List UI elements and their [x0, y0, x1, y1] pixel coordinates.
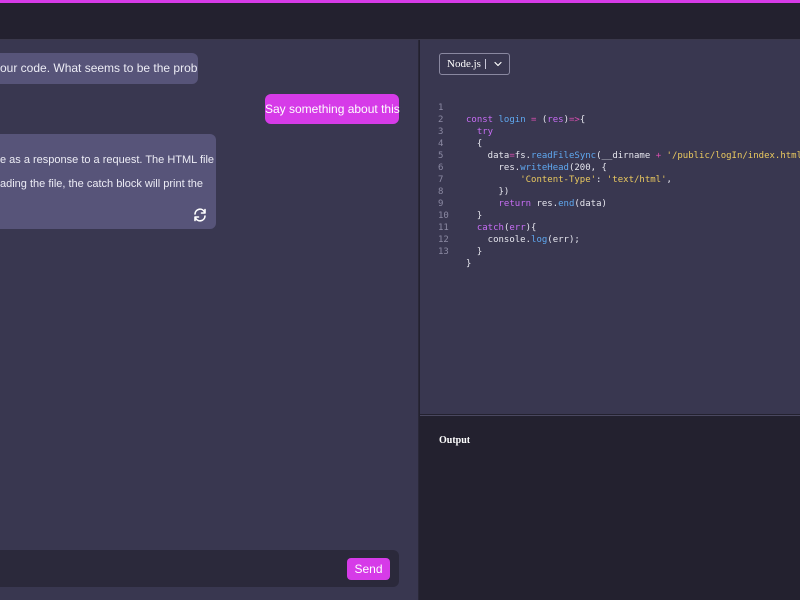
code-line: 13 }: [420, 234, 471, 269]
language-select-divider: [485, 59, 486, 69]
code-text: data=fs.readFileSync(__dirname + '/publi…: [466, 151, 800, 161]
assistant-message-line: ading the file, the catch block will pri…: [0, 178, 204, 190]
code-line: 10 catch(err){: [420, 198, 536, 233]
output-panel: Output: [420, 415, 800, 600]
code-line: 3 {: [420, 114, 482, 149]
language-select-value: Node.js: [447, 58, 481, 70]
code-line: 11 console.log(err);: [420, 210, 580, 245]
assistant-message-text: our code. What seems to be the problem?: [0, 61, 198, 75]
send-button[interactable]: Send: [347, 558, 390, 580]
top-bar: [0, 3, 800, 40]
code-line: 2 try: [420, 102, 493, 137]
code-line: 1 const login = (res)=>{: [420, 90, 585, 125]
code-line: 6 'Content-Type': 'text/html',: [420, 150, 672, 185]
chevron-down-icon: [494, 61, 502, 67]
code-line: 4 data=fs.readFileSync(__dirname + '/pub…: [420, 126, 800, 161]
code-line: 9 }: [420, 186, 482, 221]
code-text: catch(err){: [476, 223, 537, 233]
code-editor-panel: Node.js 1 const login = (res)=>{ 2 try 3…: [420, 40, 800, 414]
code-text: console.log(err);: [466, 235, 580, 245]
assistant-message: e as a response to a request. The HTML f…: [0, 134, 216, 229]
code-text: }: [466, 259, 472, 269]
user-message-text: Say something about this: [265, 102, 400, 116]
code-text: return res.end(data): [498, 199, 607, 209]
regenerate-icon[interactable]: [192, 207, 208, 223]
code-line: 7 }): [420, 162, 509, 197]
assistant-message-line: e as a response to a request. The HTML f…: [0, 154, 215, 166]
code-text: {: [466, 139, 483, 149]
code-text: }): [466, 187, 510, 197]
code-text: }: [466, 211, 483, 221]
code-text: }: [466, 247, 483, 257]
code-text: try: [476, 127, 494, 137]
code-text: 'Content-Type': 'text/html',: [520, 175, 672, 185]
user-message: Say something about this: [265, 94, 400, 124]
code-line: 8 return res.end(data): [420, 174, 607, 209]
code-line: 12 }: [420, 222, 482, 257]
code-text: res.writeHead(200, {: [466, 163, 607, 173]
code-line: 5 res.writeHead(200, {: [420, 138, 607, 173]
language-select[interactable]: Node.js: [439, 53, 510, 75]
assistant-message: our code. What seems to be the problem?: [0, 53, 198, 84]
code-text: const login = (res)=>{: [466, 115, 586, 125]
output-title: Output: [439, 435, 471, 446]
chat-input[interactable]: [0, 550, 330, 587]
line-number: 13: [438, 247, 449, 257]
chat-panel: our code. What seems to be the problem? …: [0, 40, 419, 600]
chat-input-bar: Send: [0, 550, 399, 587]
